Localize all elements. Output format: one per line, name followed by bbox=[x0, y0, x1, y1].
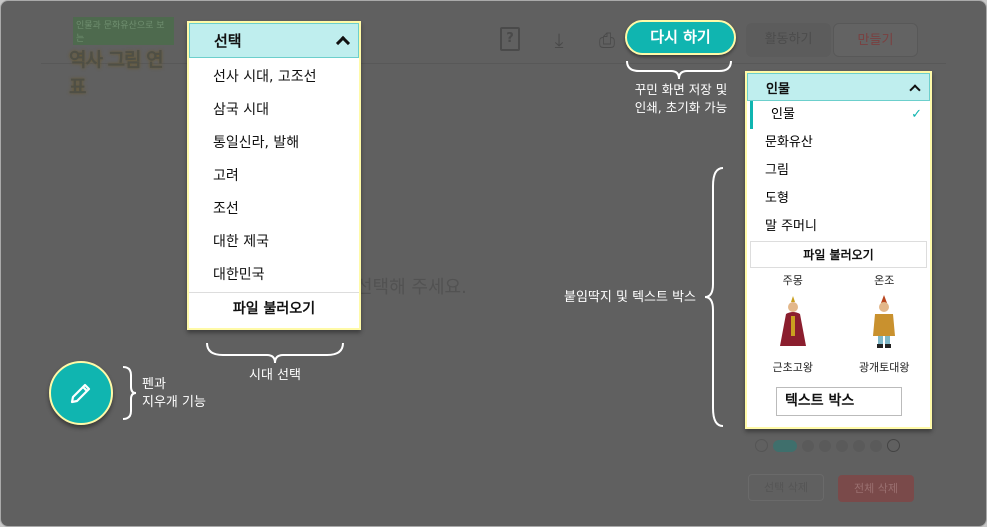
logo-subtitle: 인물과 문화유산으로 보는 bbox=[73, 17, 174, 45]
era-dropdown-header[interactable]: 선택 bbox=[189, 23, 359, 58]
sticker-top-label: 온조 bbox=[874, 274, 895, 287]
brace-pen bbox=[122, 366, 137, 420]
sticker-item[interactable]: 온조 광개토대왕 bbox=[844, 272, 924, 375]
redo-button[interactable]: 다시 하기 bbox=[625, 20, 736, 55]
annotation-save-print: 꾸민 화면 저장 및 인쇄, 초기화 가능 bbox=[634, 82, 728, 115]
era-option[interactable]: 고려 bbox=[189, 160, 359, 193]
sticker-name: 광개토대왕 bbox=[858, 361, 910, 374]
prev-page-icon[interactable] bbox=[755, 439, 768, 452]
king-figure-image bbox=[779, 296, 806, 346]
chevron-up-icon bbox=[335, 35, 351, 51]
sticker-load-file-button[interactable]: 파일 불러오기 bbox=[750, 241, 927, 268]
era-option[interactable]: 선사 시대, 고조선 bbox=[189, 61, 359, 94]
delete-selected-button[interactable]: 선택 삭제 bbox=[748, 474, 824, 501]
download-icon[interactable]: ⤓ bbox=[547, 28, 571, 52]
tab-make[interactable]: 만들기 bbox=[833, 23, 918, 57]
sticker-selected-value: 인물 bbox=[766, 81, 790, 97]
era-option[interactable]: 대한민국 bbox=[189, 259, 359, 292]
next-page-icon[interactable] bbox=[887, 439, 900, 452]
logo: 인물과 문화유산으로 보는 역사 그림 연표 bbox=[69, 17, 174, 98]
tab-activity[interactable]: 활동하기 bbox=[746, 23, 831, 57]
page-dot[interactable] bbox=[819, 439, 831, 452]
check-icon: ✓ bbox=[911, 107, 922, 122]
print-icon[interactable]: ⎙ bbox=[595, 28, 619, 52]
page-dot[interactable] bbox=[853, 439, 865, 452]
sticker-option[interactable]: 말 주머니 bbox=[747, 213, 930, 241]
page-dot-active[interactable] bbox=[773, 439, 797, 452]
sticker-option-selected[interactable]: 인물 ✓ bbox=[750, 101, 930, 129]
text-box-content: 텍스트 박스 bbox=[785, 393, 855, 409]
chevron-up-icon bbox=[909, 83, 921, 96]
annotation-sticker-textbox: 붙임딱지 및 텍스트 박스 bbox=[564, 290, 696, 305]
pencil-icon bbox=[70, 383, 91, 404]
pen-eraser-button[interactable] bbox=[49, 361, 113, 425]
era-selected-value: 선택 bbox=[214, 32, 242, 50]
brace-redo bbox=[626, 60, 732, 80]
era-option[interactable]: 통일신라, 발해 bbox=[189, 127, 359, 160]
delete-all-button[interactable]: 전체 삭제 bbox=[838, 475, 914, 502]
sticker-name: 근초고왕 bbox=[772, 361, 813, 374]
brace-era bbox=[206, 342, 344, 364]
option-label: 인물 bbox=[771, 107, 795, 122]
general-figure-image bbox=[873, 295, 896, 348]
era-option[interactable]: 대한 제국 bbox=[189, 226, 359, 259]
sticker-top-label: 주몽 bbox=[782, 274, 803, 287]
annotation-era-select: 시대 선택 bbox=[249, 368, 301, 383]
era-dropdown[interactable]: 선택 선사 시대, 고조선 삼국 시대 통일신라, 발해 고려 조선 대한 제국… bbox=[187, 21, 361, 330]
page-dot[interactable] bbox=[870, 439, 882, 452]
era-load-file-button[interactable]: 파일 불러오기 bbox=[189, 292, 359, 325]
annotation-pen-eraser: 펜과 지우개 기능 bbox=[142, 377, 206, 410]
era-option[interactable]: 조선 bbox=[189, 193, 359, 226]
page-dot[interactable] bbox=[802, 439, 814, 452]
help-book-icon[interactable]: ? bbox=[500, 27, 524, 51]
page-dot[interactable] bbox=[836, 439, 848, 452]
sticker-option[interactable]: 문화유산 bbox=[747, 129, 930, 157]
sticker-option[interactable]: 도형 bbox=[747, 185, 930, 213]
sticker-panel[interactable]: 인물 인물 ✓ 문화유산 그림 도형 말 주머니 파일 불러오기 주몽 근초고왕… bbox=[745, 71, 932, 429]
sticker-item[interactable]: 주몽 근초고왕 bbox=[753, 272, 833, 375]
sticker-dropdown-header[interactable]: 인물 bbox=[747, 73, 930, 101]
brace-sticker bbox=[704, 167, 724, 427]
pagination bbox=[755, 439, 900, 452]
era-option[interactable]: 삼국 시대 bbox=[189, 94, 359, 127]
canvas-placeholder: 선택해 주세요. bbox=[356, 277, 467, 298]
divider bbox=[41, 63, 946, 64]
app-frame: 인물과 문화유산으로 보는 역사 그림 연표 ? ⤓ ⎙ 다시 하기 활동하기 … bbox=[0, 0, 987, 527]
logo-title: 역사 그림 연표 bbox=[69, 49, 164, 98]
text-box[interactable]: 텍스트 박스 bbox=[776, 387, 902, 416]
sticker-option[interactable]: 그림 bbox=[747, 157, 930, 185]
